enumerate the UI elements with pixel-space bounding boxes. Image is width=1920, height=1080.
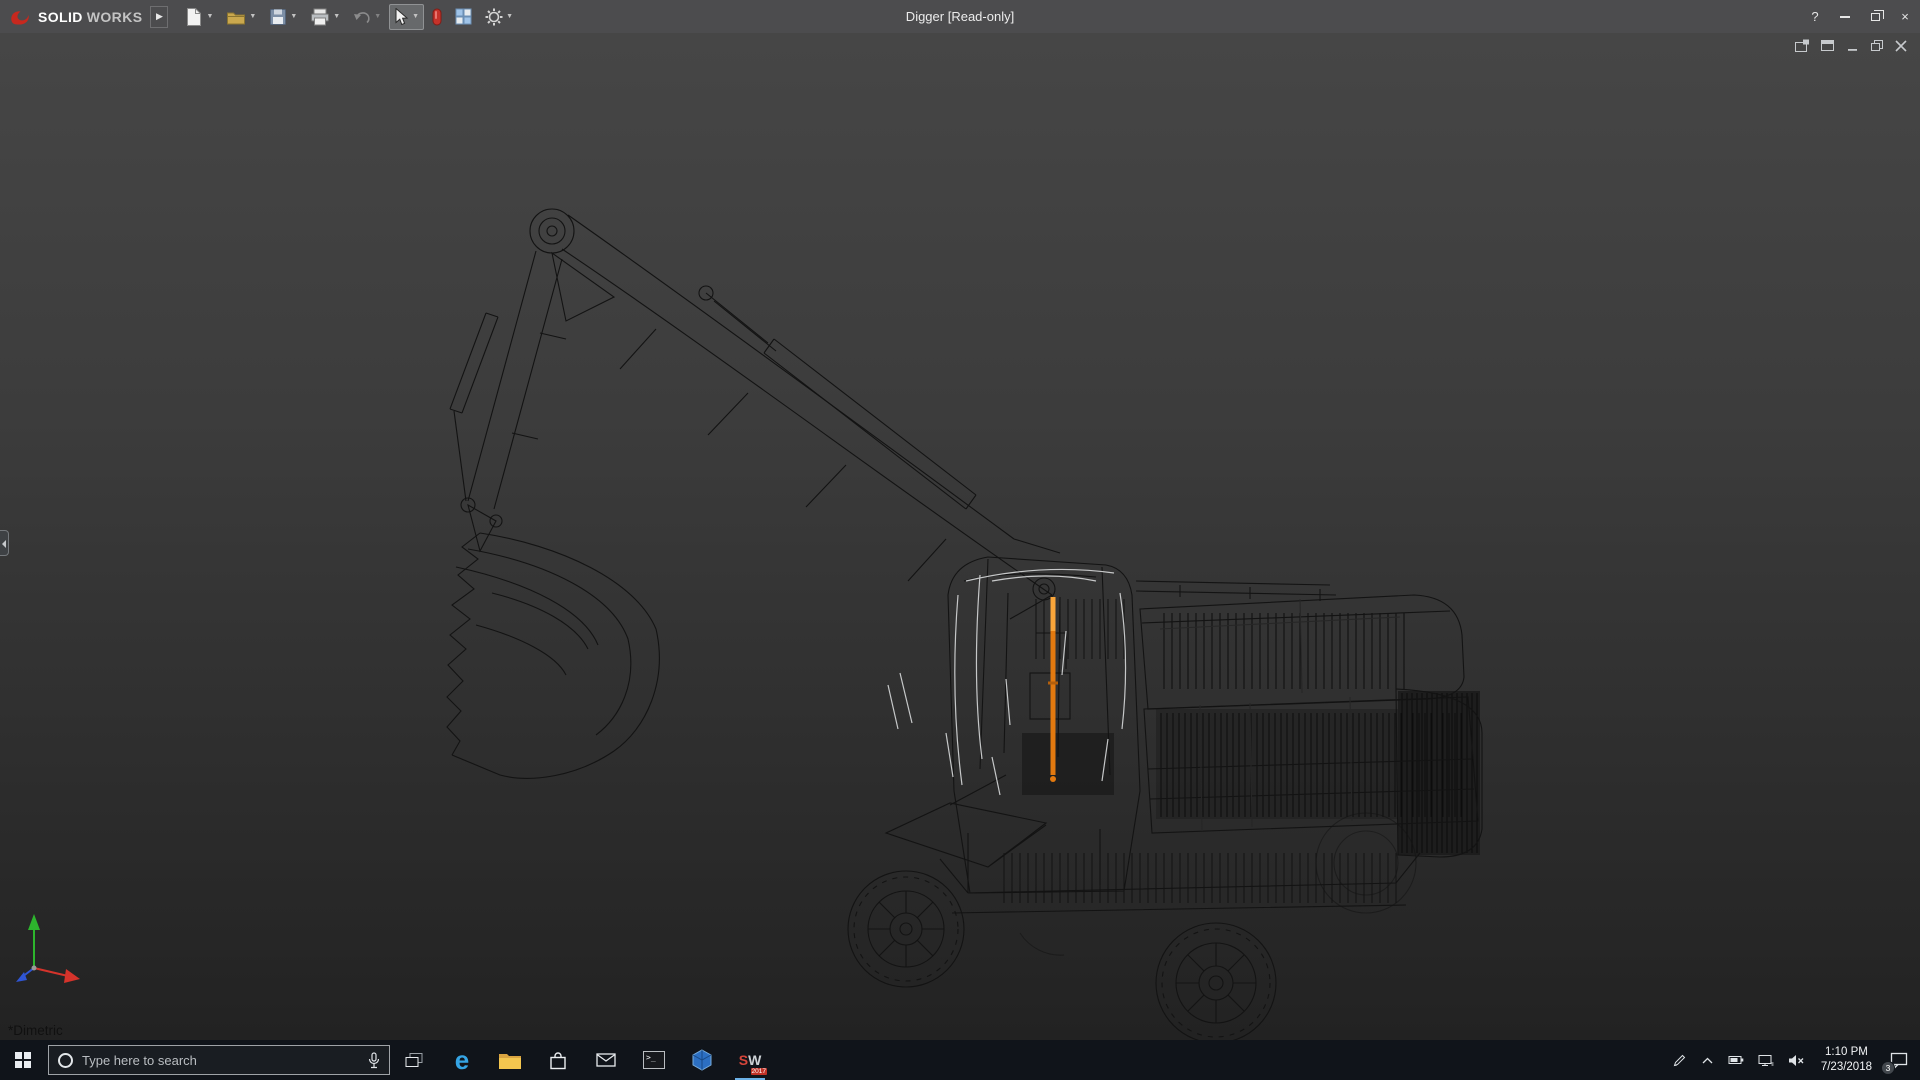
battery-button[interactable] <box>1721 1040 1751 1080</box>
red-capsule-icon <box>432 8 442 26</box>
undo-button[interactable]: ▼ <box>348 5 386 29</box>
model-hatch-fills <box>1000 599 1480 903</box>
network-button[interactable] <box>1751 1040 1781 1080</box>
command-prompt-icon: >_ <box>643 1051 665 1069</box>
dropdown-caret[interactable]: ▼ <box>249 13 256 20</box>
volume-button[interactable] <box>1781 1040 1812 1080</box>
cortana-icon <box>58 1053 73 1068</box>
brand-text-works: WORKS <box>87 9 143 25</box>
start-button[interactable] <box>0 1040 46 1080</box>
minimize-icon <box>1840 16 1850 18</box>
taskbar: e >_ <box>0 1040 1920 1080</box>
search-input[interactable] <box>82 1053 359 1068</box>
taskbar-search-box[interactable] <box>48 1045 390 1075</box>
taskbar-clock[interactable]: 1:10 PM 7/23/2018 <box>1812 1045 1881 1075</box>
doc-popout-button[interactable] <box>1794 39 1810 53</box>
file-explorer-icon <box>498 1051 522 1070</box>
task-view-icon <box>404 1052 424 1068</box>
toolbar-flyout-button[interactable]: ▶ <box>150 6 168 28</box>
print-icon <box>310 8 330 26</box>
dropdown-caret[interactable]: ▼ <box>206 13 213 20</box>
new-document-icon <box>185 7 203 27</box>
dropdown-caret[interactable]: ▼ <box>412 13 419 20</box>
gear-icon <box>485 8 503 26</box>
doc-close-button[interactable] <box>1894 39 1908 53</box>
pen-icon <box>1672 1053 1687 1068</box>
microphone-icon[interactable] <box>368 1052 380 1069</box>
edge-button[interactable]: e <box>438 1040 486 1080</box>
windows-logo-icon <box>15 1052 31 1068</box>
brand-text-solid: SOLID <box>38 9 83 25</box>
dropdown-caret[interactable]: ▼ <box>374 13 381 20</box>
solidworks-app-button[interactable]: SW 2017 <box>726 1040 774 1080</box>
help-button[interactable]: ? <box>1800 0 1830 33</box>
solidworks-logo: SOLIDWORKS <box>8 8 142 26</box>
doc-pane-button[interactable] <box>1820 39 1836 53</box>
clock-time: 1:10 PM <box>1821 1045 1872 1060</box>
sw-letter-s: S <box>739 1052 748 1068</box>
system-tray: 1:10 PM 7/23/2018 3 <box>1665 1040 1920 1080</box>
file-explorer-button[interactable] <box>486 1040 534 1080</box>
restore-icon <box>1871 13 1880 21</box>
mail-icon <box>596 1053 616 1067</box>
new-document-button[interactable]: ▼ <box>180 3 218 31</box>
edge-icon: e <box>455 1047 469 1073</box>
ds-logo-icon <box>8 8 34 26</box>
orientation-triad <box>14 906 94 990</box>
window-controls: ? × <box>1800 0 1920 33</box>
open-folder-icon <box>226 8 246 26</box>
window-layout-button[interactable] <box>450 4 477 29</box>
sw-year-badge: 2017 <box>751 1068 767 1075</box>
mail-button[interactable] <box>582 1040 630 1080</box>
solidworks-app-icon: SW 2017 <box>735 1047 765 1073</box>
open-button[interactable]: ▼ <box>221 4 261 30</box>
save-button[interactable]: ▼ <box>264 4 302 30</box>
task-view-button[interactable] <box>390 1040 438 1080</box>
store-button[interactable] <box>534 1040 582 1080</box>
document-title: Digger [Read-only] <box>906 9 1014 24</box>
command-prompt-button[interactable]: >_ <box>630 1040 678 1080</box>
blue-polyhedron-icon <box>692 1049 712 1071</box>
red-tool-button[interactable] <box>427 4 447 30</box>
hidden-icons-button[interactable] <box>1694 1040 1721 1080</box>
screen: SOLIDWORKS ▶ ▼ ▼ <box>0 0 1920 1080</box>
close-button[interactable]: × <box>1890 0 1920 33</box>
network-icon <box>1758 1054 1774 1067</box>
battery-icon <box>1728 1054 1744 1066</box>
window-grid-icon <box>455 8 472 25</box>
volume-muted-icon <box>1788 1054 1805 1067</box>
select-tool-button[interactable]: ▼ <box>389 4 424 30</box>
dropdown-caret[interactable]: ▼ <box>333 13 340 20</box>
clock-date: 7/23/2018 <box>1821 1060 1872 1075</box>
action-center-button[interactable]: 3 <box>1881 1040 1920 1080</box>
view-orientation-label: *Dimetric <box>8 1023 63 1038</box>
main-toolbar: ▼ ▼ ▼ <box>180 3 518 31</box>
dropdown-caret[interactable]: ▼ <box>290 13 297 20</box>
cmd-glyph: >_ <box>646 1054 656 1062</box>
viewport-3d[interactable]: *Dimetric <box>0 33 1920 1040</box>
titlebar: SOLIDWORKS ▶ ▼ ▼ <box>0 0 1920 33</box>
edrawings-button[interactable] <box>678 1040 726 1080</box>
document-window-controls <box>1794 39 1908 53</box>
options-button[interactable]: ▼ <box>480 4 518 30</box>
dropdown-caret[interactable]: ▼ <box>506 13 513 20</box>
minimize-button[interactable] <box>1830 0 1860 33</box>
store-bag-icon <box>549 1051 567 1070</box>
notification-badge: 3 <box>1881 1061 1895 1075</box>
sw-letter-w: W <box>748 1052 761 1068</box>
select-cursor-icon <box>394 8 409 26</box>
wireframe-model-excavator[interactable] <box>0 33 1920 1040</box>
doc-restore-button[interactable] <box>1870 39 1884 53</box>
save-floppy-icon <box>269 8 287 26</box>
chevron-up-icon <box>1701 1056 1714 1065</box>
windows-ink-button[interactable] <box>1665 1040 1694 1080</box>
panel-collapse-tab[interactable] <box>0 530 9 556</box>
restore-button[interactable] <box>1860 0 1890 33</box>
doc-minimize-button[interactable] <box>1846 39 1860 53</box>
print-button[interactable]: ▼ <box>305 4 345 30</box>
undo-icon <box>353 9 371 25</box>
